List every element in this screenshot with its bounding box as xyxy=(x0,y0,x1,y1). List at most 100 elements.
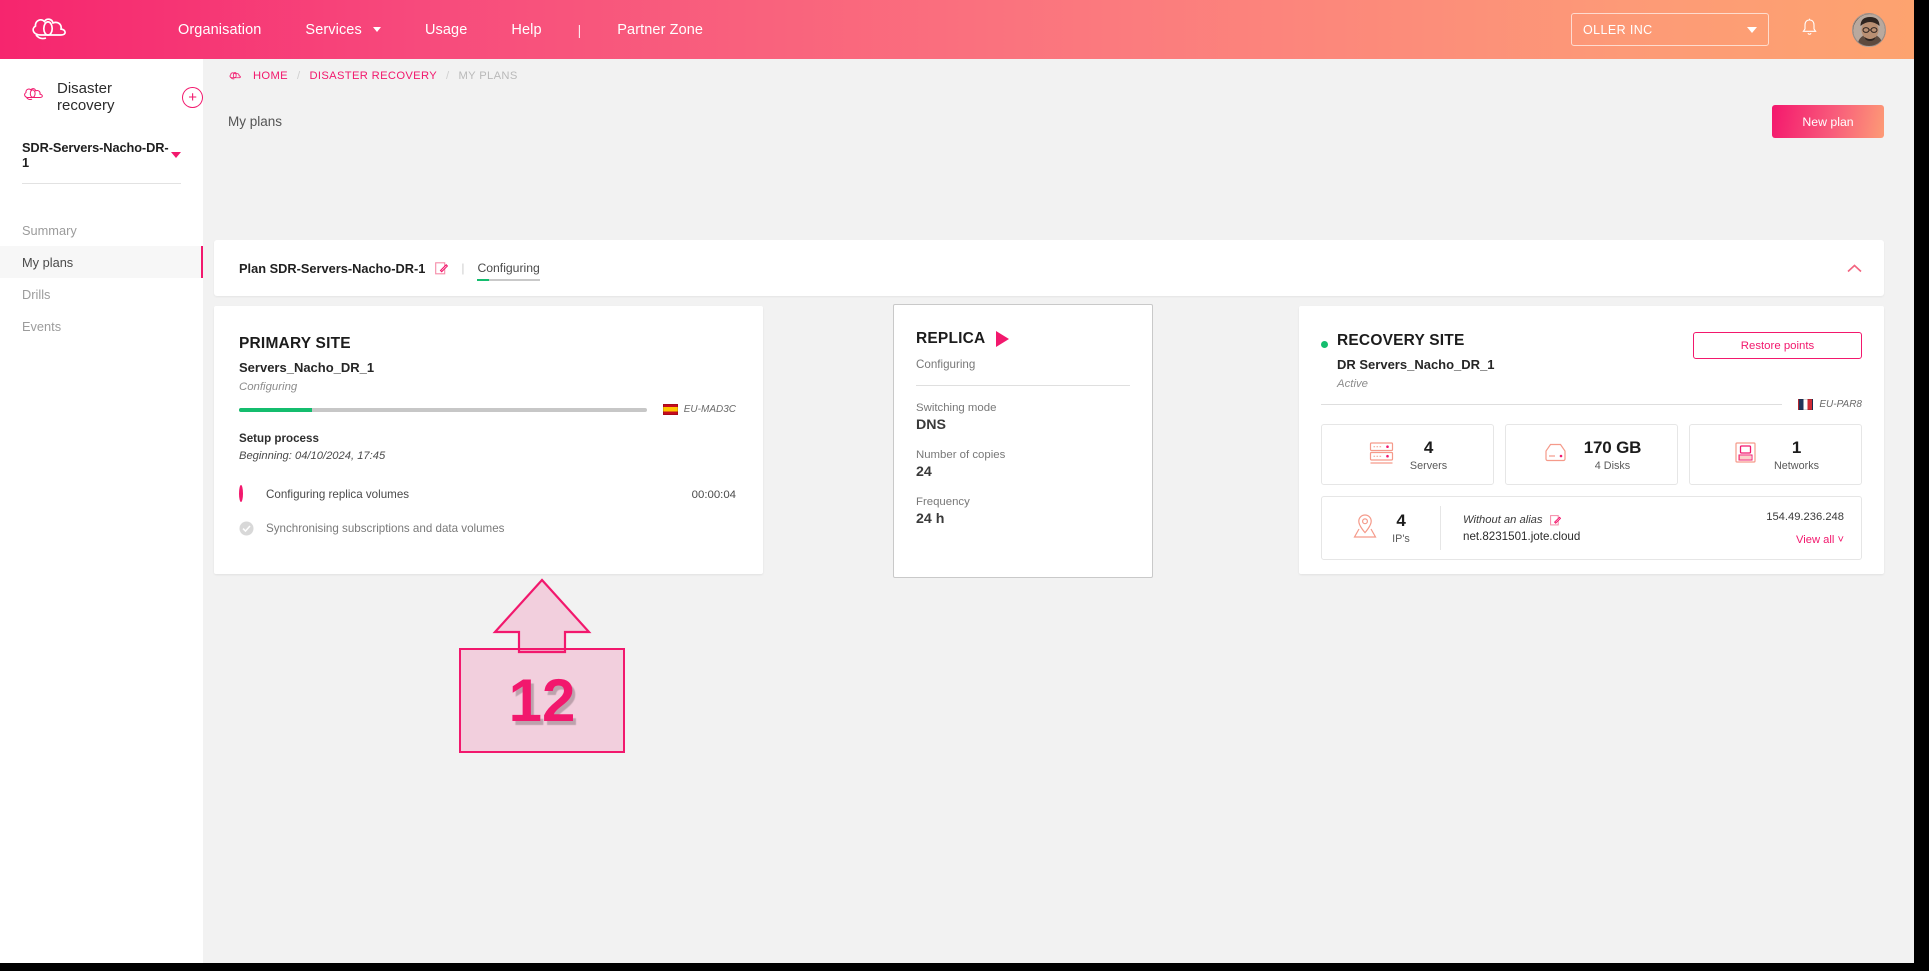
sidebar-item-my-plans[interactable]: My plans xyxy=(0,246,203,278)
replica-state: Configuring xyxy=(916,358,976,371)
setup-step-configuring-replica-volumes: Configuring replica volumes 00:00:04 xyxy=(239,485,736,502)
nav-label: Organisation xyxy=(178,21,262,38)
main-content: HOME / DISASTER RECOVERY / MY PLANS My p… xyxy=(203,59,1914,963)
breadcrumb-item-home[interactable]: HOME xyxy=(253,70,288,82)
ip-details: Without an alias net.8231501.jote.cloud xyxy=(1441,514,1580,543)
check-circle-icon xyxy=(239,521,254,536)
setup-step-time: 00:00:04 xyxy=(691,488,736,501)
sidebar-item-label: Events xyxy=(22,318,62,334)
stat-value: 1 xyxy=(1791,437,1802,457)
stat-value: 4 xyxy=(1423,437,1434,457)
status-dot-active xyxy=(1321,341,1328,348)
primary-site-progress-row: EU-MAD3C xyxy=(239,404,736,415)
ip-alias-label: Without an alias xyxy=(1463,513,1543,526)
sidebar-service-title: Disaster recovery xyxy=(57,80,115,114)
top-navigation-bar: Organisation Services Usage Help | Partn… xyxy=(0,0,1914,59)
replica-card: REPLICA Configuring Switching mode DNS N… xyxy=(893,304,1153,578)
nav-item-organisation[interactable]: Organisation xyxy=(156,22,283,38)
chevron-down-icon xyxy=(171,152,181,158)
nav-item-partner-zone[interactable]: Partner Zone xyxy=(595,22,725,38)
replica-title: REPLICA xyxy=(916,330,986,347)
organisation-selector[interactable]: OLLER INC xyxy=(1571,13,1769,46)
ip-address-group: 154.49.236.248 View all ˅ xyxy=(1766,511,1861,546)
recovery-site-region: EU-PAR8 xyxy=(1798,399,1862,410)
sidebar-item-drills[interactable]: Drills xyxy=(0,278,203,310)
view-all-ips-link[interactable]: View all ˅ xyxy=(1766,534,1844,546)
primary-site-region-label: EU-MAD3C xyxy=(683,404,736,415)
play-triangle-icon[interactable] xyxy=(996,331,1010,347)
nav-right-group: OLLER INC xyxy=(1571,12,1914,47)
setup-beginning-time: Beginning: 04/10/2024, 17:45 xyxy=(239,450,386,462)
nav-label: Services xyxy=(305,21,362,38)
plan-header-separator: | xyxy=(461,261,465,275)
sidebar: Disaster recovery + SDR-Servers-Nacho-DR… xyxy=(0,59,203,963)
ip-count-caption: IP's xyxy=(1392,533,1410,545)
flag-spain-icon xyxy=(662,404,678,415)
notification-bell-icon[interactable] xyxy=(1801,18,1818,42)
stat-value: 170 GB xyxy=(1583,437,1642,457)
chevron-up-icon[interactable] xyxy=(1847,263,1862,273)
stat-disks[interactable]: 170 GB 4 Disks xyxy=(1505,424,1678,485)
nav-label: Partner Zone xyxy=(617,21,704,38)
stat-networks[interactable]: 1 Networks xyxy=(1689,424,1862,485)
nav-label: Help xyxy=(511,21,542,38)
recovery-site-title: RECOVERY SITE xyxy=(1337,332,1465,349)
recovery-site-card: RECOVERY SITE DR Servers_Nacho_DR_1 Acti… xyxy=(1299,306,1884,574)
recovery-site-name: DR Servers_Nacho_DR_1 xyxy=(1337,357,1495,372)
sidebar-plan-selector-label: SDR-Servers-Nacho-DR-1 xyxy=(22,140,169,170)
breadcrumb-item-disaster-recovery[interactable]: DISASTER RECOVERY xyxy=(309,70,437,82)
nav-separator: | xyxy=(577,21,582,38)
disk-icon xyxy=(1542,439,1569,471)
primary-site-name: Servers_Nacho_DR_1 xyxy=(239,360,375,375)
setup-process-label: Setup process xyxy=(239,432,319,445)
breadcrumb-item-my-plans: MY PLANS xyxy=(458,70,518,82)
chevron-down-icon: ˅ xyxy=(1837,533,1844,546)
location-pin-icon xyxy=(1352,512,1378,545)
recovery-site-region-label: EU-PAR8 xyxy=(1819,399,1862,410)
replica-field-label-switching-mode: Switching mode xyxy=(916,402,997,414)
annotation-number: 12 xyxy=(508,666,576,734)
sidebar-item-label: My plans xyxy=(22,254,74,270)
edit-pencil-icon[interactable] xyxy=(435,261,449,275)
organisation-selector-label: OLLER INC xyxy=(1583,22,1653,37)
plan-status-progress xyxy=(477,278,540,281)
sidebar-item-events[interactable]: Events xyxy=(0,310,203,342)
user-avatar[interactable] xyxy=(1852,12,1886,47)
new-plan-button[interactable]: New plan xyxy=(1772,105,1884,138)
cloud-logo-icon[interactable] xyxy=(28,15,74,45)
sidebar-plan-selector[interactable]: SDR-Servers-Nacho-DR-1 xyxy=(22,140,181,184)
stat-servers[interactable]: 4 Servers xyxy=(1321,424,1494,485)
ip-count-value: 4 xyxy=(1396,511,1406,530)
replica-field-label-number-of-copies: Number of copies xyxy=(916,449,1006,461)
sidebar-item-label: Summary xyxy=(22,222,77,238)
setup-step-label: Configuring replica volumes xyxy=(266,488,410,501)
nav-item-usage[interactable]: Usage xyxy=(403,22,489,38)
replica-field-value-switching-mode: DNS xyxy=(916,417,946,433)
add-plan-button[interactable]: + xyxy=(182,86,203,108)
nav-item-help[interactable]: Help xyxy=(489,22,563,38)
stat-caption: Networks xyxy=(1774,459,1819,472)
sidebar-item-summary[interactable]: Summary xyxy=(0,214,203,246)
restore-points-button[interactable]: Restore points xyxy=(1693,332,1862,359)
app-root: Organisation Services Usage Help | Partn… xyxy=(0,0,1914,963)
ip-alias-row: Without an alias xyxy=(1463,514,1580,526)
flag-france-icon xyxy=(1798,399,1814,410)
sidebar-item-label: Drills xyxy=(22,286,51,302)
server-rack-icon xyxy=(1368,439,1395,471)
cloud-logo-icon xyxy=(228,71,243,81)
nav-label: Usage xyxy=(424,21,468,38)
recovery-site-state: Active xyxy=(1337,378,1369,390)
primary-site-state: Configuring xyxy=(239,381,298,393)
nav-item-services[interactable]: Services xyxy=(283,22,403,38)
sidebar-service-header: Disaster recovery + xyxy=(0,59,203,114)
plan-status[interactable]: Configuring xyxy=(477,259,540,281)
chevron-down-icon xyxy=(372,27,381,33)
nav-links: Organisation Services Usage Help | Partn… xyxy=(156,22,725,38)
cloud-outline-icon xyxy=(22,86,46,108)
annotation-callout: 12 xyxy=(459,576,625,753)
stat-caption: 4 Disks xyxy=(1594,459,1631,472)
ip-hostname: net.8231501.jote.cloud xyxy=(1463,529,1581,543)
divider xyxy=(1321,404,1783,405)
annotation-box: 12 xyxy=(459,648,625,753)
edit-pencil-icon[interactable] xyxy=(1549,514,1561,526)
